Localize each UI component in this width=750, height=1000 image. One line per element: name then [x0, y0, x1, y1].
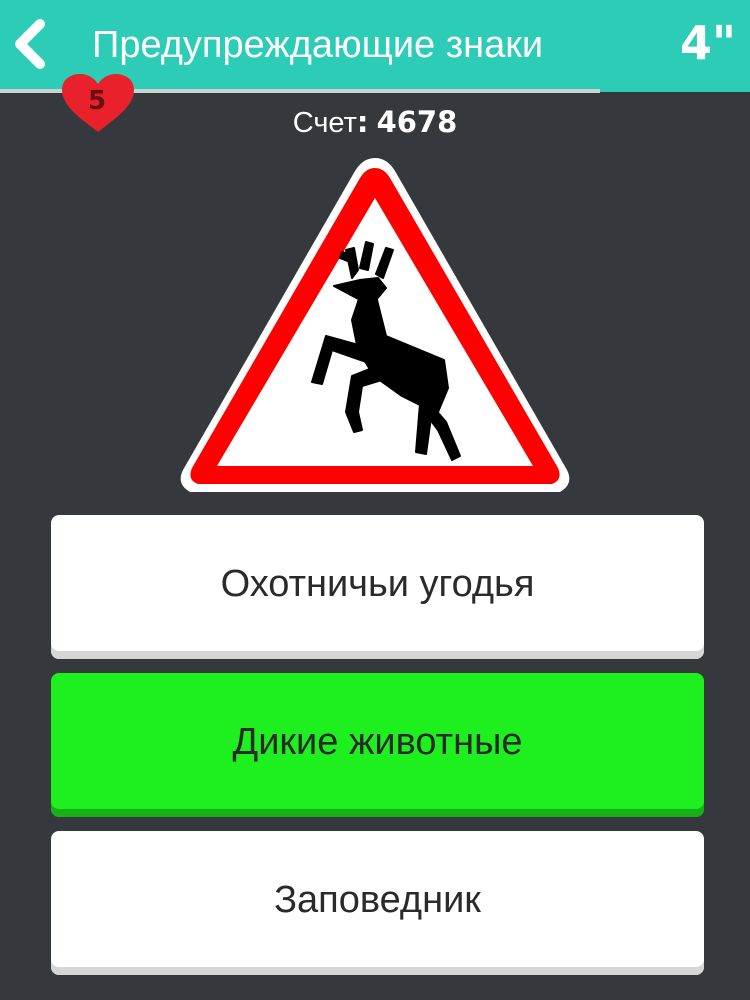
answer-option-1[interactable]: Охотничьи угодья: [51, 515, 704, 659]
score: Счет: 4678: [0, 104, 750, 141]
score-colon: :: [356, 105, 369, 139]
answer-option-3-label: Заповедник: [274, 878, 481, 921]
chevron-left-icon: [15, 19, 45, 69]
answer-option-2-label: Дикие животные: [232, 720, 523, 763]
deer-crossing-sign-icon: [180, 158, 570, 492]
timer: 4": [680, 16, 736, 70]
back-button[interactable]: [6, 14, 56, 74]
category-title: Предупреждающие знаки: [92, 24, 544, 66]
answer-option-3[interactable]: Заповедник: [51, 831, 704, 975]
answer-option-1-label: Охотничьи угодья: [220, 562, 535, 605]
score-label: Счет: [292, 107, 357, 139]
score-value: 4678: [376, 105, 458, 139]
answer-option-2[interactable]: Дикие животные: [51, 673, 704, 817]
